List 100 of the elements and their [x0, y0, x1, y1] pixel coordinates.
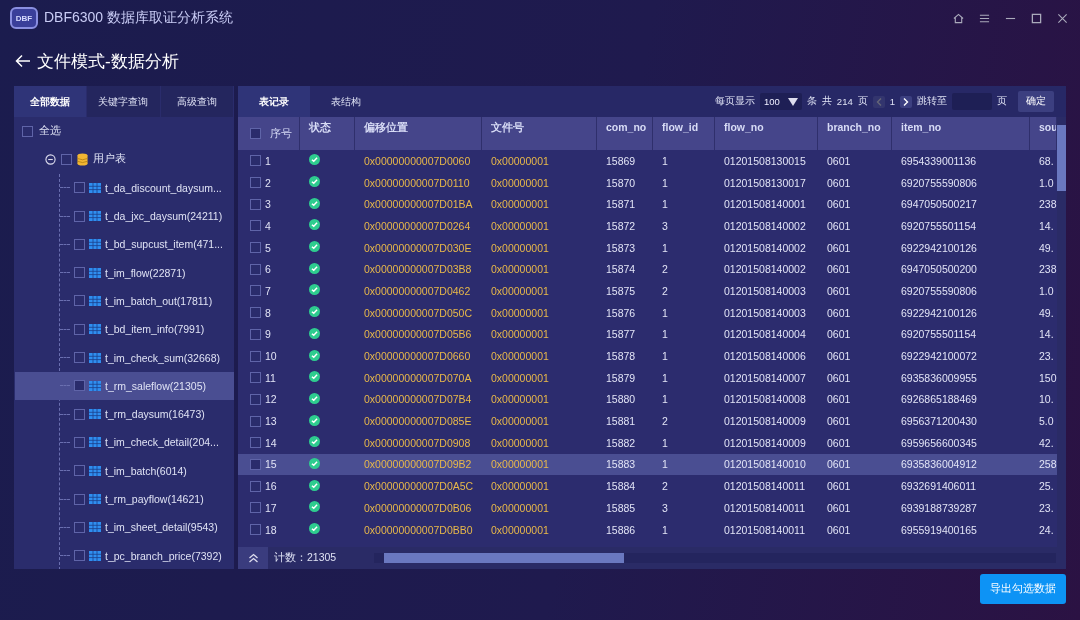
- checkbox[interactable]: [250, 128, 261, 139]
- collapse-button[interactable]: [238, 547, 268, 569]
- table-row[interactable]: 17 0x00000000007D0B06 0x00000001 15885 3 01201508140011 0601 6939188739287 23.: [238, 497, 1057, 519]
- table-row[interactable]: 9 0x00000000007D05B6 0x00000001 15877 1 01201508140004 0601 6920755501154 14.: [238, 323, 1057, 346]
- table-row[interactable]: 3 0x00000000007D01BA 0x00000001 15871 1 01201508140001 0601 6947050500217 238: [238, 193, 1057, 216]
- table-row[interactable]: 4 0x00000000007D0264 0x00000001 15872 3 01201508140002 0601 6920755501154 14.: [238, 215, 1057, 237]
- tree-item[interactable]: t_bd_supcust_item(471...: [105, 238, 223, 251]
- checkbox[interactable]: [74, 550, 85, 562]
- checkbox[interactable]: [74, 295, 85, 307]
- table-row[interactable]: 11 0x00000000007D070A 0x00000001 15879 1 01201508140007 0601 6935836009955 150: [238, 366, 1057, 389]
- previous-page-button[interactable]: [872, 95, 885, 108]
- tree-item[interactable]: t_im_batch(6014): [105, 464, 187, 477]
- tree-item[interactable]: t_bd_item_info(7991): [105, 323, 205, 336]
- tab[interactable]: 全部数据: [14, 86, 87, 117]
- checkbox[interactable]: [250, 177, 261, 189]
- tree-item[interactable]: t_rm_daysum(16473): [105, 408, 205, 421]
- table-row[interactable]: 1 0x00000000007D0060 0x00000001 15869 1 01201508130015 0601 6954339001136 68.: [238, 150, 1057, 172]
- checkbox[interactable]: [250, 415, 261, 427]
- tree-item[interactable]: t_da_jxc_daysum(24211): [105, 210, 223, 223]
- checkbox[interactable]: [250, 285, 261, 297]
- tree-item[interactable]: t_da_discount_daysum...: [105, 181, 222, 194]
- checkbox[interactable]: [250, 502, 261, 514]
- checkbox[interactable]: [74, 465, 85, 477]
- tree-item[interactable]: t_im_check_detail(204...: [105, 436, 219, 449]
- table-row[interactable]: 12 0x00000000007D07B4 0x00000001 15880 1 01201508140008 0601 6926865188469 10.: [238, 388, 1057, 411]
- checkbox[interactable]: [250, 372, 261, 384]
- checkbox[interactable]: [61, 153, 72, 165]
- table-cell: 0601: [827, 284, 851, 297]
- column-header[interactable]: com_no: [597, 117, 653, 150]
- checkbox[interactable]: [250, 393, 261, 405]
- table-cell: 8: [265, 306, 271, 319]
- close-icon[interactable]: [1057, 12, 1068, 24]
- checkbox[interactable]: [74, 238, 85, 250]
- menu-icon[interactable]: [979, 12, 990, 24]
- page-size-dropdown[interactable]: 100: [760, 93, 802, 110]
- tree-item[interactable]: 用户表: [93, 152, 126, 167]
- table-cell: 0x00000000007D0462: [364, 284, 471, 297]
- tree-item[interactable]: t_rm_payflow(14621): [105, 493, 204, 505]
- checkbox[interactable]: [74, 521, 85, 533]
- tab[interactable]: 关键字查询: [87, 86, 160, 117]
- table-row[interactable]: 13 0x00000000007D085E 0x00000001 15881 2 01201508140009 0601 6956371200430 5.0: [238, 410, 1057, 432]
- checkbox[interactable]: [250, 437, 261, 449]
- table-row[interactable]: 5 0x00000000007D030E 0x00000001 15873 1 01201508140002 0601 6922942100126 49.: [238, 236, 1057, 259]
- table-row[interactable]: 10 0x00000000007D0660 0x00000001 15878 1 01201508140006 0601 6922942100072 23.: [238, 345, 1057, 367]
- checkbox[interactable]: [250, 242, 261, 254]
- checkbox[interactable]: [250, 155, 261, 167]
- checkbox[interactable]: [74, 436, 85, 448]
- confirm-button[interactable]: 确定: [1018, 91, 1054, 112]
- tab[interactable]: 表结构: [310, 86, 382, 117]
- checkbox[interactable]: [250, 458, 261, 470]
- next-page-button[interactable]: [900, 95, 912, 108]
- checkbox[interactable]: [74, 380, 85, 392]
- column-header[interactable]: 偏移位置: [355, 117, 482, 150]
- checkbox[interactable]: [250, 328, 261, 340]
- table-cell: 1.0: [1039, 284, 1054, 297]
- checkbox[interactable]: [250, 220, 261, 232]
- table-row[interactable]: 16 0x00000000007D0A5C 0x00000001 15884 2 01201508140011 0601 6932691406011 25.: [238, 475, 1057, 497]
- checkbox[interactable]: [250, 524, 261, 536]
- tree-item[interactable]: t_im_sheet_detail(9543): [105, 521, 218, 534]
- tree-item[interactable]: t_im_batch_out(17811): [105, 294, 213, 307]
- tree-item[interactable]: t_pc_branch_price(7392): [105, 549, 222, 562]
- column-header[interactable]: branch_no: [818, 117, 892, 150]
- table-cell: 0601: [827, 415, 851, 428]
- column-header[interactable]: item_no: [892, 117, 1030, 150]
- tab[interactable]: 表记录: [238, 86, 310, 117]
- tree-item[interactable]: t_im_check_sum(32668): [105, 351, 220, 364]
- checkbox[interactable]: [250, 263, 261, 275]
- checkbox[interactable]: [22, 125, 33, 137]
- checkbox[interactable]: [74, 408, 85, 420]
- table-row[interactable]: 14 0x00000000007D0908 0x00000001 15882 1 01201508140009 0601 6959656600345 42.: [238, 431, 1057, 454]
- checkbox[interactable]: [250, 480, 261, 492]
- column-header[interactable]: 状态: [300, 117, 355, 150]
- tab[interactable]: 高级查询: [160, 86, 233, 117]
- checkbox[interactable]: [74, 267, 85, 279]
- checkbox[interactable]: [250, 350, 261, 362]
- table-cell: 0x00000000007D05B6: [364, 328, 472, 341]
- table-cell: 6955919400165: [901, 523, 977, 536]
- tree-item[interactable]: t_im_flow(22871): [105, 266, 186, 279]
- checkbox[interactable]: [250, 198, 261, 210]
- maximize-icon[interactable]: [1031, 12, 1042, 24]
- home-icon[interactable]: [953, 12, 964, 24]
- table-row[interactable]: 8 0x00000000007D050C 0x00000001 15876 1 01201508140003 0601 6922942100126 49.: [238, 301, 1057, 324]
- checkbox[interactable]: [74, 182, 85, 194]
- table-cell: 238: [1039, 263, 1057, 276]
- table-row[interactable]: 15 0x00000000007D09B2 0x00000001 15883 1 01201508140010 0601 6935836004912 258: [238, 453, 1057, 476]
- checkbox[interactable]: [74, 493, 85, 505]
- checkbox[interactable]: [74, 210, 85, 222]
- table-row[interactable]: 6 0x00000000007D03B8 0x00000001 15874 2 01201508140002 0601 6947050500200 238: [238, 258, 1057, 281]
- table-row[interactable]: 18 0x00000000007D0BB0 0x00000001 15886 1 01201508140011 0601 6955919400165 24.: [238, 518, 1057, 541]
- checkbox[interactable]: [250, 307, 261, 319]
- column-header[interactable]: flow_no: [715, 117, 818, 150]
- back-arrow-icon[interactable]: [15, 54, 31, 68]
- checkbox[interactable]: [74, 352, 85, 363]
- column-header[interactable]: flow_id: [653, 117, 715, 150]
- table-row[interactable]: 7 0x00000000007D0462 0x00000001 15875 2 01201508140003 0601 6920755590806 1.0: [238, 280, 1057, 302]
- horizontal-scrollbar[interactable]: [374, 553, 1056, 563]
- collapse-icon[interactable]: [45, 153, 56, 165]
- table-row[interactable]: 2 0x00000000007D0110 0x00000001 15870 1 01201508130017 0601 6920755590806 1.0: [238, 171, 1057, 194]
- column-header[interactable]: 文件号: [482, 117, 597, 150]
- checkbox[interactable]: [74, 323, 85, 335]
